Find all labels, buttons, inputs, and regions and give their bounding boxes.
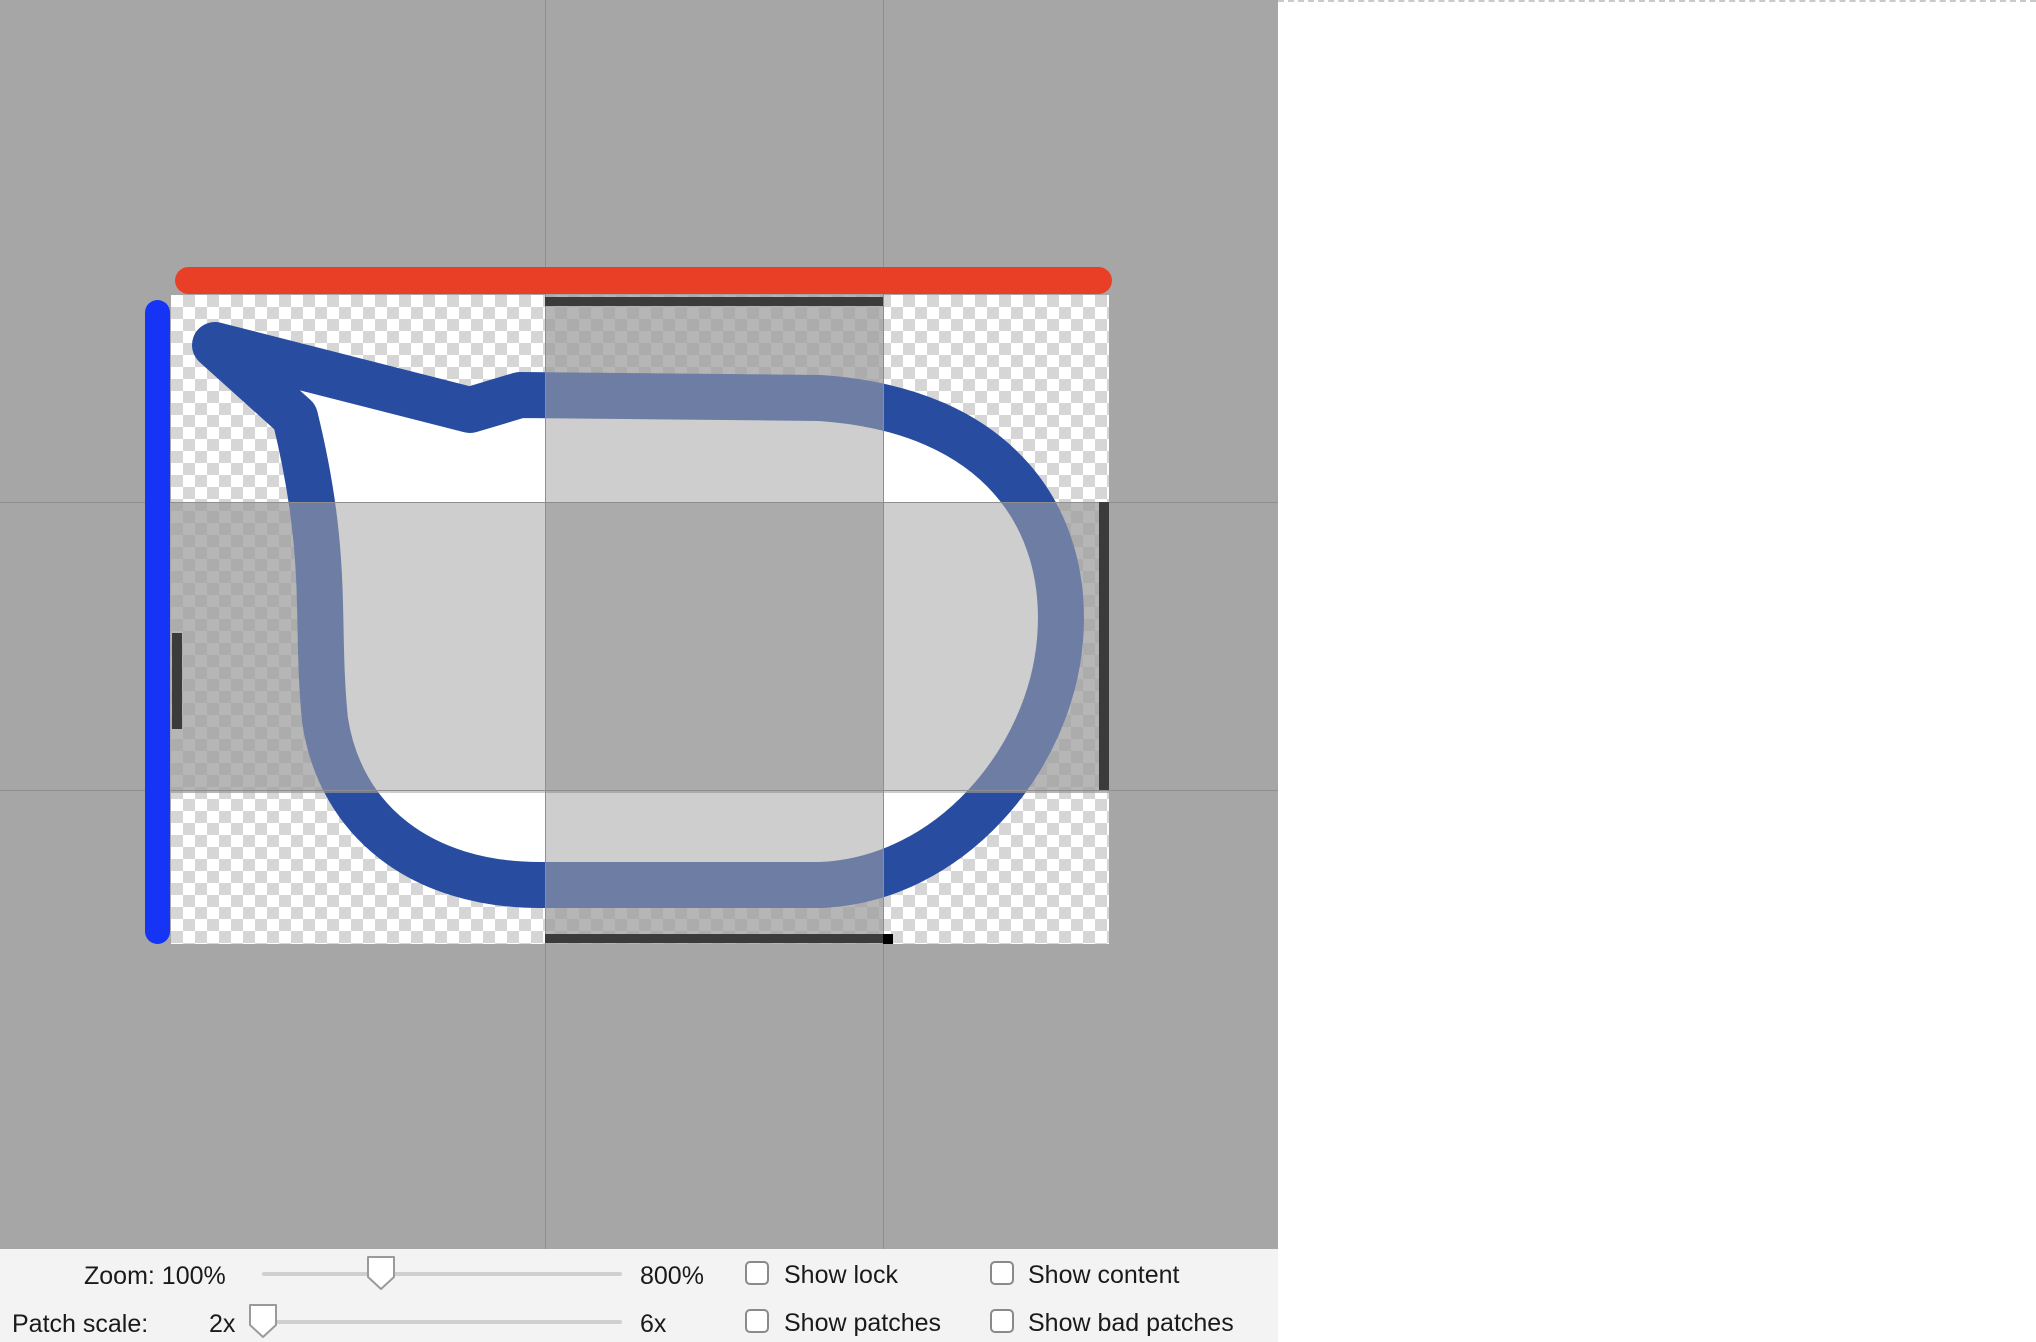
show-content-label[interactable]: Show content <box>1028 1261 1180 1290</box>
control-panel: Zoom: 100% 800% Patch scale: 2x 6x Show … <box>0 1249 1278 1342</box>
guide-line-horizontal-1[interactable] <box>0 502 1278 503</box>
bottom-padding-marker[interactable] <box>545 934 883 943</box>
show-lock-label[interactable]: Show lock <box>784 1261 898 1290</box>
preview-divider <box>1278 0 2036 2</box>
guide-line-horizontal-2[interactable] <box>0 790 1278 791</box>
show-lock-checkbox[interactable] <box>745 1261 769 1285</box>
vertical-stretch-marker[interactable] <box>145 300 170 944</box>
bottom-padding-end <box>883 934 893 944</box>
left-patch-marker[interactable] <box>172 633 182 729</box>
speech-bubble-icon <box>171 295 1109 944</box>
right-padding-marker[interactable] <box>1099 502 1109 790</box>
horizontal-stretch-marker[interactable] <box>175 267 1112 294</box>
patch-scale-label: Patch scale: <box>12 1310 149 1338</box>
show-bad-patches-checkbox[interactable] <box>990 1309 1014 1333</box>
show-patches-label[interactable]: Show patches <box>784 1309 941 1338</box>
top-patch-marker[interactable] <box>545 297 883 306</box>
patch-scale-slider-track[interactable] <box>250 1320 622 1324</box>
show-bad-patches-label[interactable]: Show bad patches <box>1028 1309 1234 1338</box>
guide-line-vertical-2[interactable] <box>883 0 884 1249</box>
zoom-max-label: 800% <box>640 1262 704 1290</box>
show-content-checkbox[interactable] <box>990 1261 1014 1285</box>
show-patches-checkbox[interactable] <box>745 1309 769 1333</box>
patch-scale-min-label: 2x <box>209 1310 236 1338</box>
zoom-slider-thumb[interactable] <box>366 1255 396 1291</box>
nine-patch-editor-canvas[interactable] <box>0 0 1278 1249</box>
patch-scale-max-label: 6x <box>640 1310 667 1338</box>
zoom-label: Zoom: 100% <box>84 1262 226 1290</box>
guide-line-vertical-1[interactable] <box>545 0 546 1249</box>
patch-scale-slider-thumb[interactable] <box>248 1303 278 1339</box>
zoom-slider-track[interactable] <box>262 1272 622 1276</box>
preview-pane <box>1278 0 2036 1342</box>
